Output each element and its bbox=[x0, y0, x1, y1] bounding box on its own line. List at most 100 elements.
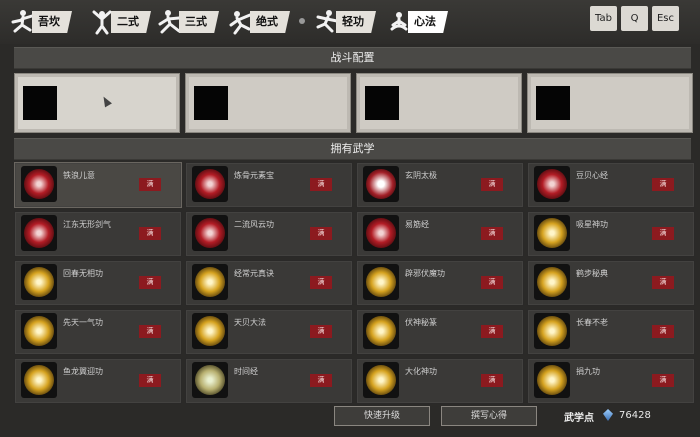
gold-crane-icon bbox=[534, 264, 570, 300]
red-flame-icon bbox=[192, 166, 228, 202]
skill-card[interactable]: 时间经满 bbox=[185, 358, 353, 404]
max-level-badge: 满 bbox=[481, 276, 503, 289]
skill-card[interactable]: 鱼龙翼迎功满 bbox=[14, 358, 182, 404]
skill-card[interactable]: 鹤步秘典满 bbox=[527, 260, 695, 306]
red-fire-fist-icon bbox=[21, 215, 57, 251]
skill-card[interactable]: 辟邪伏魔功满 bbox=[356, 260, 524, 306]
skill-icon-art bbox=[537, 365, 567, 395]
skill-card[interactable]: 易筋经满 bbox=[356, 211, 524, 257]
skill-name: 经常元真诀 bbox=[234, 269, 274, 278]
max-level-badge: 满 bbox=[310, 276, 332, 289]
skill-card[interactable]: 豆贝心经满 bbox=[527, 162, 695, 208]
red-lotus-icon bbox=[363, 215, 399, 251]
skill-name: 捐九功 bbox=[576, 367, 600, 376]
skill-card[interactable]: 先天一气功满 bbox=[14, 309, 182, 355]
max-level-badge: 满 bbox=[310, 374, 332, 387]
skill-name: 炼骨元素宝 bbox=[234, 171, 274, 180]
skill-card[interactable]: 吸星神功满 bbox=[527, 211, 695, 257]
red-warrior-icon bbox=[192, 215, 228, 251]
skill-card[interactable]: 玄阴太极满 bbox=[356, 162, 524, 208]
esc-key-hint[interactable]: Esc bbox=[652, 6, 679, 31]
skill-icon-art bbox=[195, 218, 225, 248]
gold-scroll-icon bbox=[192, 264, 228, 300]
skill-card[interactable]: 江东无形剑气满 bbox=[14, 211, 182, 257]
max-level-badge: 满 bbox=[481, 178, 503, 191]
skill-icon-art bbox=[195, 169, 225, 199]
skill-card[interactable]: 经常元真诀满 bbox=[185, 260, 353, 306]
skill-name: 江东无形剑气 bbox=[63, 220, 111, 229]
skill-card[interactable]: 炼骨元素宝满 bbox=[185, 162, 353, 208]
skill-name: 二流风云功 bbox=[234, 220, 274, 229]
skill-icon-art bbox=[537, 169, 567, 199]
max-level-badge: 满 bbox=[310, 178, 332, 191]
loadout-slot-3[interactable] bbox=[356, 73, 522, 133]
skill-name: 铁浪儿意 bbox=[63, 171, 95, 180]
skill-card[interactable]: 天贝大法满 bbox=[185, 309, 353, 355]
max-level-badge: 满 bbox=[139, 276, 161, 289]
loadout-slot-2[interactable] bbox=[185, 73, 351, 133]
skill-icon-art bbox=[366, 365, 396, 395]
skill-name: 先天一气功 bbox=[63, 318, 103, 327]
skill-icon-art bbox=[537, 218, 567, 248]
write-manual-button[interactable]: 撰写心得 bbox=[441, 406, 537, 426]
tab-label: 二式 bbox=[111, 11, 151, 33]
tab-er-shi[interactable]: 二式 bbox=[87, 6, 151, 38]
loadout-slot-4[interactable] bbox=[527, 73, 693, 133]
skill-card[interactable]: 铁浪儿意满 bbox=[14, 162, 182, 208]
skill-card[interactable]: 伏神秘篆满 bbox=[356, 309, 524, 355]
skill-name: 辟邪伏魔功 bbox=[405, 269, 445, 278]
max-level-badge: 满 bbox=[481, 374, 503, 387]
quick-upgrade-button[interactable]: 快速升级 bbox=[334, 406, 430, 426]
max-level-badge: 满 bbox=[652, 227, 674, 240]
top-tab-bar: 吾坎 二式 三式 绝式 轻功 心法 Tab Q Esc bbox=[0, 0, 700, 44]
blue-gem-icon bbox=[603, 409, 613, 421]
tab-wu-kan[interactable]: 吾坎 bbox=[8, 6, 72, 38]
skill-icon-art bbox=[24, 365, 54, 395]
skill-name: 天贝大法 bbox=[234, 318, 266, 327]
max-level-badge: 满 bbox=[652, 178, 674, 191]
tab-san-shi[interactable]: 三式 bbox=[155, 6, 219, 38]
tab-label: 吾坎 bbox=[32, 11, 72, 33]
skill-card[interactable]: 捐九功满 bbox=[527, 358, 695, 404]
skill-name: 豆贝心经 bbox=[576, 171, 608, 180]
tab-label: 心法 bbox=[408, 11, 448, 33]
max-level-badge: 满 bbox=[310, 227, 332, 240]
tab-separator-dot bbox=[299, 18, 305, 24]
skill-card[interactable]: 二流风云功满 bbox=[185, 211, 353, 257]
skill-icon-art bbox=[537, 316, 567, 346]
max-level-badge: 满 bbox=[139, 227, 161, 240]
skill-card[interactable]: 回春无相功满 bbox=[14, 260, 182, 306]
tab-xin-fa[interactable]: 心法 bbox=[384, 6, 448, 38]
skill-name: 大化神功 bbox=[405, 367, 437, 376]
skill-icon-art bbox=[366, 316, 396, 346]
gold-circle-icon bbox=[534, 313, 570, 349]
skill-icon-art bbox=[195, 316, 225, 346]
max-level-badge: 满 bbox=[481, 227, 503, 240]
max-level-badge: 满 bbox=[139, 374, 161, 387]
empty-slot-icon bbox=[23, 86, 57, 120]
skill-name: 鱼龙翼迎功 bbox=[63, 367, 103, 376]
martial-points: 武学点 76428 bbox=[561, 406, 683, 426]
loadout-slot-1[interactable] bbox=[14, 73, 180, 133]
tab-qing-gong[interactable]: 轻功 bbox=[312, 6, 376, 38]
max-level-badge: 满 bbox=[139, 178, 161, 191]
skill-card[interactable]: 大化神功满 bbox=[356, 358, 524, 404]
loadout-header: 战斗配置 bbox=[14, 47, 691, 69]
owned-skills-header: 拥有武学 bbox=[14, 138, 691, 160]
tab-jue-shi[interactable]: 绝式 bbox=[226, 6, 290, 38]
yin-yang-icon bbox=[363, 166, 399, 202]
gold-sparkle-icon bbox=[21, 313, 57, 349]
tab-label: 轻功 bbox=[336, 11, 376, 33]
skill-icon-art bbox=[366, 169, 396, 199]
gold-lion-icon bbox=[363, 313, 399, 349]
q-key-hint[interactable]: Q bbox=[621, 6, 648, 31]
skill-name: 时间经 bbox=[234, 367, 258, 376]
skill-name: 吸星神功 bbox=[576, 220, 608, 229]
skill-icon-art bbox=[366, 267, 396, 297]
tab-key-hint[interactable]: Tab bbox=[590, 6, 617, 31]
skill-name: 易筋经 bbox=[405, 220, 429, 229]
skill-card[interactable]: 长春不老满 bbox=[527, 309, 695, 355]
skill-icon-art bbox=[366, 218, 396, 248]
points-value: 76428 bbox=[619, 410, 651, 421]
tab-label: 三式 bbox=[179, 11, 219, 33]
